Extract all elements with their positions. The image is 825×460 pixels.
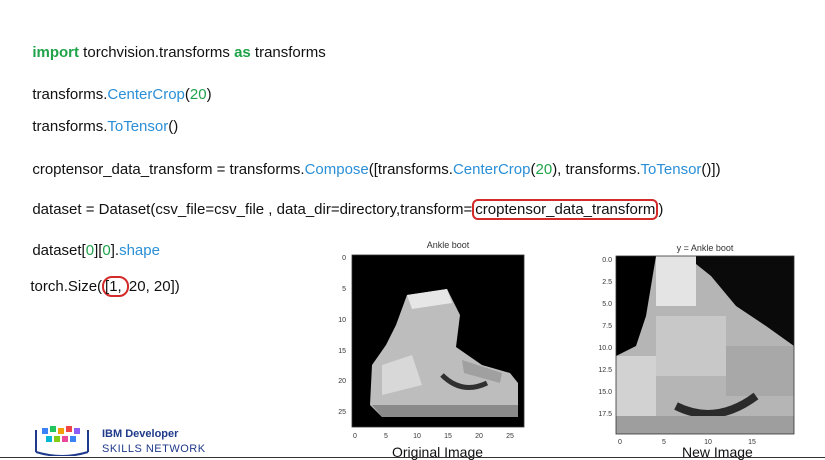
keyword-as: as bbox=[234, 44, 251, 61]
number-literal: 20 bbox=[189, 86, 207, 103]
y-tick: 2.5 bbox=[602, 279, 612, 286]
original-image-figure: Ankle boot 0 5 10 15 20 25 0 5 10 15 20 … bbox=[338, 240, 525, 440]
y-tick: 0 bbox=[342, 255, 346, 262]
function-totensor: ToTensor bbox=[640, 161, 702, 178]
x-tick: 25 bbox=[506, 433, 514, 440]
output-rest: 20, 20]) bbox=[128, 278, 180, 295]
code-line-dataset: dataset = Dataset(csv_file=csv_file , da… bbox=[24, 184, 664, 220]
x-tick: 10 bbox=[413, 433, 421, 440]
code-segment-end: ()]) bbox=[701, 161, 721, 178]
y-tick: 12.5 bbox=[598, 367, 612, 374]
code-segment: ([transforms. bbox=[368, 161, 453, 178]
index-literal: 0 bbox=[85, 242, 95, 259]
module-name: torchvision.transforms bbox=[79, 44, 235, 61]
logo-text-ibm-developer: IBM Developer bbox=[102, 428, 179, 440]
code-segment: ), transforms. bbox=[552, 161, 641, 178]
output-torch-size: torch.Size([1, 20, 20]) bbox=[22, 261, 180, 297]
code-line-import: import torchvision.transforms as transfo… bbox=[24, 27, 326, 61]
object-ref: transforms. bbox=[32, 118, 108, 135]
x-tick: 15 bbox=[444, 433, 452, 440]
dataset-assignment: dataset = Dataset(csv_file=csv_file , da… bbox=[32, 201, 473, 218]
call-parens: () bbox=[168, 118, 179, 135]
number-literal: 20 bbox=[535, 161, 553, 178]
logo-text-skills-network: SKILLS NETWORK bbox=[102, 443, 206, 455]
alias-name: transforms bbox=[250, 44, 326, 61]
keyword-import: import bbox=[32, 44, 80, 61]
original-image-plot bbox=[351, 254, 525, 428]
dataset-index: dataset[ bbox=[32, 242, 86, 259]
x-tick: 0 bbox=[618, 439, 622, 446]
x-tick: 5 bbox=[384, 433, 388, 440]
x-tick: 5 bbox=[662, 439, 666, 446]
y-tick: 10.0 bbox=[598, 345, 612, 352]
figure-title: y = Ankle boot bbox=[677, 243, 734, 253]
y-tick: 0.0 bbox=[602, 257, 612, 264]
highlight-circle-channel: [1, bbox=[102, 276, 129, 297]
y-tick: 7.5 bbox=[602, 323, 612, 330]
bottom-divider bbox=[0, 457, 825, 458]
y-ticks: 0.0 2.5 5.0 7.5 10.0 12.5 15.0 17.5 bbox=[598, 257, 612, 418]
y-tick: 17.5 bbox=[598, 411, 612, 418]
y-tick: 5 bbox=[342, 286, 346, 293]
function-centercrop: CenterCrop bbox=[452, 161, 531, 178]
y-tick: 10 bbox=[338, 317, 346, 324]
ibm-skills-network-logo-icon bbox=[35, 426, 89, 456]
highlight-box-transform: croptensor_data_transform bbox=[472, 199, 659, 220]
x-tick: 20 bbox=[475, 433, 483, 440]
code-line-totensor: transforms.ToTensor() bbox=[24, 101, 178, 135]
paren-close: ) bbox=[658, 201, 664, 218]
figure-title: Ankle boot bbox=[427, 240, 470, 250]
code-line-compose: croptensor_data_transform = transforms.C… bbox=[24, 144, 721, 178]
index-literal: 0 bbox=[102, 242, 111, 259]
x-tick: 0 bbox=[353, 433, 357, 440]
x-ticks: 0 5 10 15 20 25 bbox=[353, 433, 514, 440]
code-line-centercrop: transforms.CenterCrop(20) bbox=[24, 69, 212, 103]
y-tick: 15 bbox=[338, 348, 346, 355]
y-ticks: 0 5 10 15 20 25 bbox=[338, 255, 346, 416]
attribute-dot: ]. bbox=[110, 242, 120, 259]
new-image-plot bbox=[615, 255, 795, 435]
output-prefix: torch.Size( bbox=[30, 278, 103, 295]
attribute-shape: shape bbox=[119, 242, 160, 259]
function-compose: Compose bbox=[304, 161, 369, 178]
y-tick: 25 bbox=[338, 409, 346, 416]
function-name: ToTensor bbox=[107, 118, 169, 135]
y-tick: 15.0 bbox=[598, 389, 612, 396]
code-line-shape: dataset[0][0].shape bbox=[24, 225, 160, 259]
assignment-prefix: croptensor_data_transform = transforms. bbox=[32, 161, 305, 178]
y-tick: 5.0 bbox=[602, 301, 612, 308]
y-tick: 20 bbox=[338, 378, 346, 385]
new-image-figure: y = Ankle boot 0.0 2.5 5.0 7.5 10.0 12.5… bbox=[598, 243, 795, 446]
paren-close: ) bbox=[206, 86, 212, 103]
